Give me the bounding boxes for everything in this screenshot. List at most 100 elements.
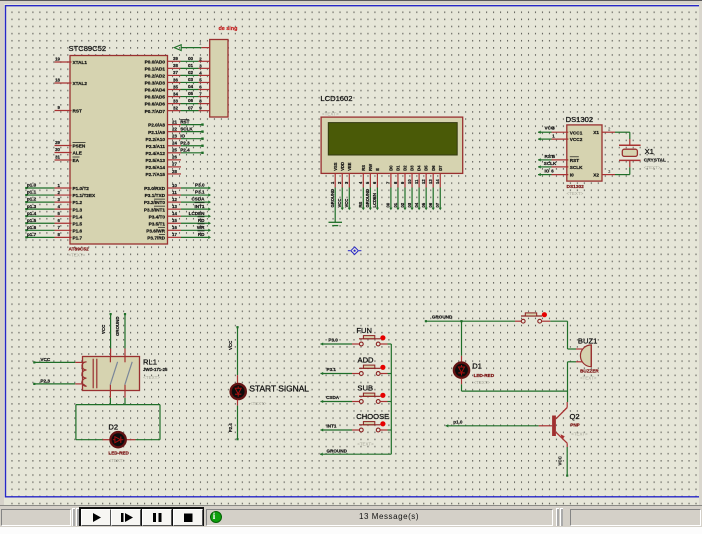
svg-text:29: 29 <box>55 140 60 145</box>
svg-text:BUZ1: BUZ1 <box>578 336 597 345</box>
svg-text:DS1302: DS1302 <box>567 184 585 190</box>
svg-text:P2.0/A8: P2.0/A8 <box>148 123 165 128</box>
svg-text:P3.1/TXD: P3.1/TXD <box>145 193 166 198</box>
svg-text:14: 14 <box>172 211 177 216</box>
svg-text:VCC: VCC <box>558 455 563 465</box>
svg-text:10: 10 <box>172 183 177 188</box>
svg-text:P2.4: P2.4 <box>228 423 233 433</box>
svg-text:<TEXT>: <TEXT> <box>250 401 267 406</box>
svg-text:04: 04 <box>188 84 194 89</box>
svg-text:12: 12 <box>421 179 426 184</box>
svg-text:37: 37 <box>173 70 178 75</box>
svg-text:SCLK: SCLK <box>544 161 557 166</box>
svg-text:VDD: VDD <box>340 162 345 171</box>
svg-text:GROUND: GROUND <box>327 448 348 453</box>
svg-text:p1.0: p1.0 <box>27 183 37 188</box>
svg-text:38: 38 <box>173 63 178 68</box>
svg-text:p1.5: p1.5 <box>27 218 37 223</box>
svg-text:24: 24 <box>172 141 177 146</box>
svg-text:P3.7/RD: P3.7/RD <box>147 235 165 240</box>
svg-text:X1: X1 <box>645 147 654 156</box>
svg-text:31: 31 <box>55 155 60 160</box>
svg-text:X1: X1 <box>593 130 599 135</box>
svg-text:P0.2/AD2: P0.2/AD2 <box>145 74 166 79</box>
svg-text:P1.1/T2EX: P1.1/T2EX <box>73 193 97 198</box>
svg-text:27: 27 <box>172 162 177 167</box>
svg-text:P3.0/RXD: P3.0/RXD <box>144 186 165 191</box>
svg-text:X2: X2 <box>593 173 599 178</box>
svg-text:23: 23 <box>172 134 177 139</box>
svg-text:03: 03 <box>407 202 412 207</box>
svg-text:34: 34 <box>173 91 178 96</box>
svg-text:I0: I0 <box>570 173 574 178</box>
svg-text:RS: RS <box>358 201 363 207</box>
svg-text:P2.2/A10: P2.2/A10 <box>145 137 165 142</box>
svg-text:P3.1: P3.1 <box>195 190 205 195</box>
svg-text:06: 06 <box>428 202 433 207</box>
svg-text:GROUND: GROUND <box>330 189 335 208</box>
svg-text:01: 01 <box>393 202 398 207</box>
svg-text:P2.4/A12: P2.4/A12 <box>145 151 165 156</box>
svg-text:XTAL2: XTAL2 <box>73 81 88 86</box>
svg-text:13: 13 <box>428 179 433 184</box>
svg-text:RST: RST <box>180 119 189 124</box>
svg-text:P0.1/AD1: P0.1/AD1 <box>145 66 166 71</box>
svg-text:14: 14 <box>435 179 440 184</box>
svg-text:P1.4: P1.4 <box>73 214 83 219</box>
svg-text:WR: WR <box>197 225 205 230</box>
svg-text:D6: D6 <box>431 165 436 171</box>
svg-text:P3.6/WR: P3.6/WR <box>146 228 165 233</box>
svg-text:P3.0: P3.0 <box>195 183 205 188</box>
svg-text:ALE: ALE <box>73 151 82 156</box>
svg-text:<TEXT>: <TEXT> <box>143 375 160 380</box>
svg-text:p1.6: p1.6 <box>27 225 37 230</box>
svg-text:SUB: SUB <box>357 383 373 392</box>
svg-text:<TEXT>: <TEXT> <box>567 191 584 196</box>
svg-text:RW: RW <box>368 164 373 171</box>
svg-text:GROUND: GROUND <box>365 189 370 208</box>
svg-text:VSS: VSS <box>333 162 338 171</box>
svg-text:GROUND: GROUND <box>115 316 120 336</box>
svg-text:LCDEN: LCDEN <box>189 211 206 216</box>
svg-text:VCC: VCC <box>344 199 349 208</box>
svg-text:17: 17 <box>172 232 177 237</box>
svg-text:P3.4/T0: P3.4/T0 <box>149 214 166 219</box>
svg-text:06: 06 <box>188 98 194 103</box>
svg-text:00: 00 <box>386 202 391 207</box>
svg-text:19: 19 <box>55 57 60 62</box>
svg-text:p1.3: p1.3 <box>27 204 37 209</box>
svg-text:P2.5/A13: P2.5/A13 <box>145 158 165 163</box>
svg-text:D7: D7 <box>438 165 443 171</box>
svg-text:D3: D3 <box>410 165 415 171</box>
svg-text:07: 07 <box>435 202 440 207</box>
svg-text:p1.0: p1.0 <box>453 420 463 425</box>
svg-text:Q2: Q2 <box>570 412 580 421</box>
svg-text:<TEXT>: <TEXT> <box>474 380 491 385</box>
svg-text:28: 28 <box>172 169 177 174</box>
svg-text:03: 03 <box>188 77 194 82</box>
svg-text:P0.7/AD7: P0.7/AD7 <box>145 109 166 114</box>
svg-text:P3.1: P3.1 <box>327 367 337 372</box>
svg-text:P2.3/A11: P2.3/A11 <box>146 144 166 149</box>
svg-text:p1.2: p1.2 <box>27 197 37 202</box>
svg-text:E: E <box>375 168 380 171</box>
svg-text:P3.3/INT1: P3.3/INT1 <box>144 207 165 212</box>
svg-text:26: 26 <box>172 155 177 160</box>
svg-text:PNP: PNP <box>570 422 579 427</box>
svg-text:P2.3: P2.3 <box>40 378 50 383</box>
svg-text:p1.4: p1.4 <box>27 211 37 216</box>
svg-text:D5: D5 <box>424 165 429 171</box>
svg-text:XTAL1: XTAL1 <box>73 60 88 65</box>
svg-text:00: 00 <box>188 56 194 61</box>
svg-text:22: 22 <box>172 126 177 131</box>
svg-text:DS1302: DS1302 <box>566 115 593 124</box>
svg-text:P3.2/INT0: P3.2/INT0 <box>144 200 165 205</box>
svg-text:P2.1/A9: P2.1/A9 <box>148 130 165 135</box>
svg-text:05: 05 <box>421 202 426 207</box>
svg-text:FUN: FUN <box>356 326 372 335</box>
svg-text:RST: RST <box>570 158 580 163</box>
svg-text:STC89C52: STC89C52 <box>69 44 107 53</box>
svg-text:VCC: VCC <box>101 324 106 334</box>
svg-text:p1.7: p1.7 <box>27 232 37 237</box>
svg-text:RD: RD <box>198 232 205 237</box>
